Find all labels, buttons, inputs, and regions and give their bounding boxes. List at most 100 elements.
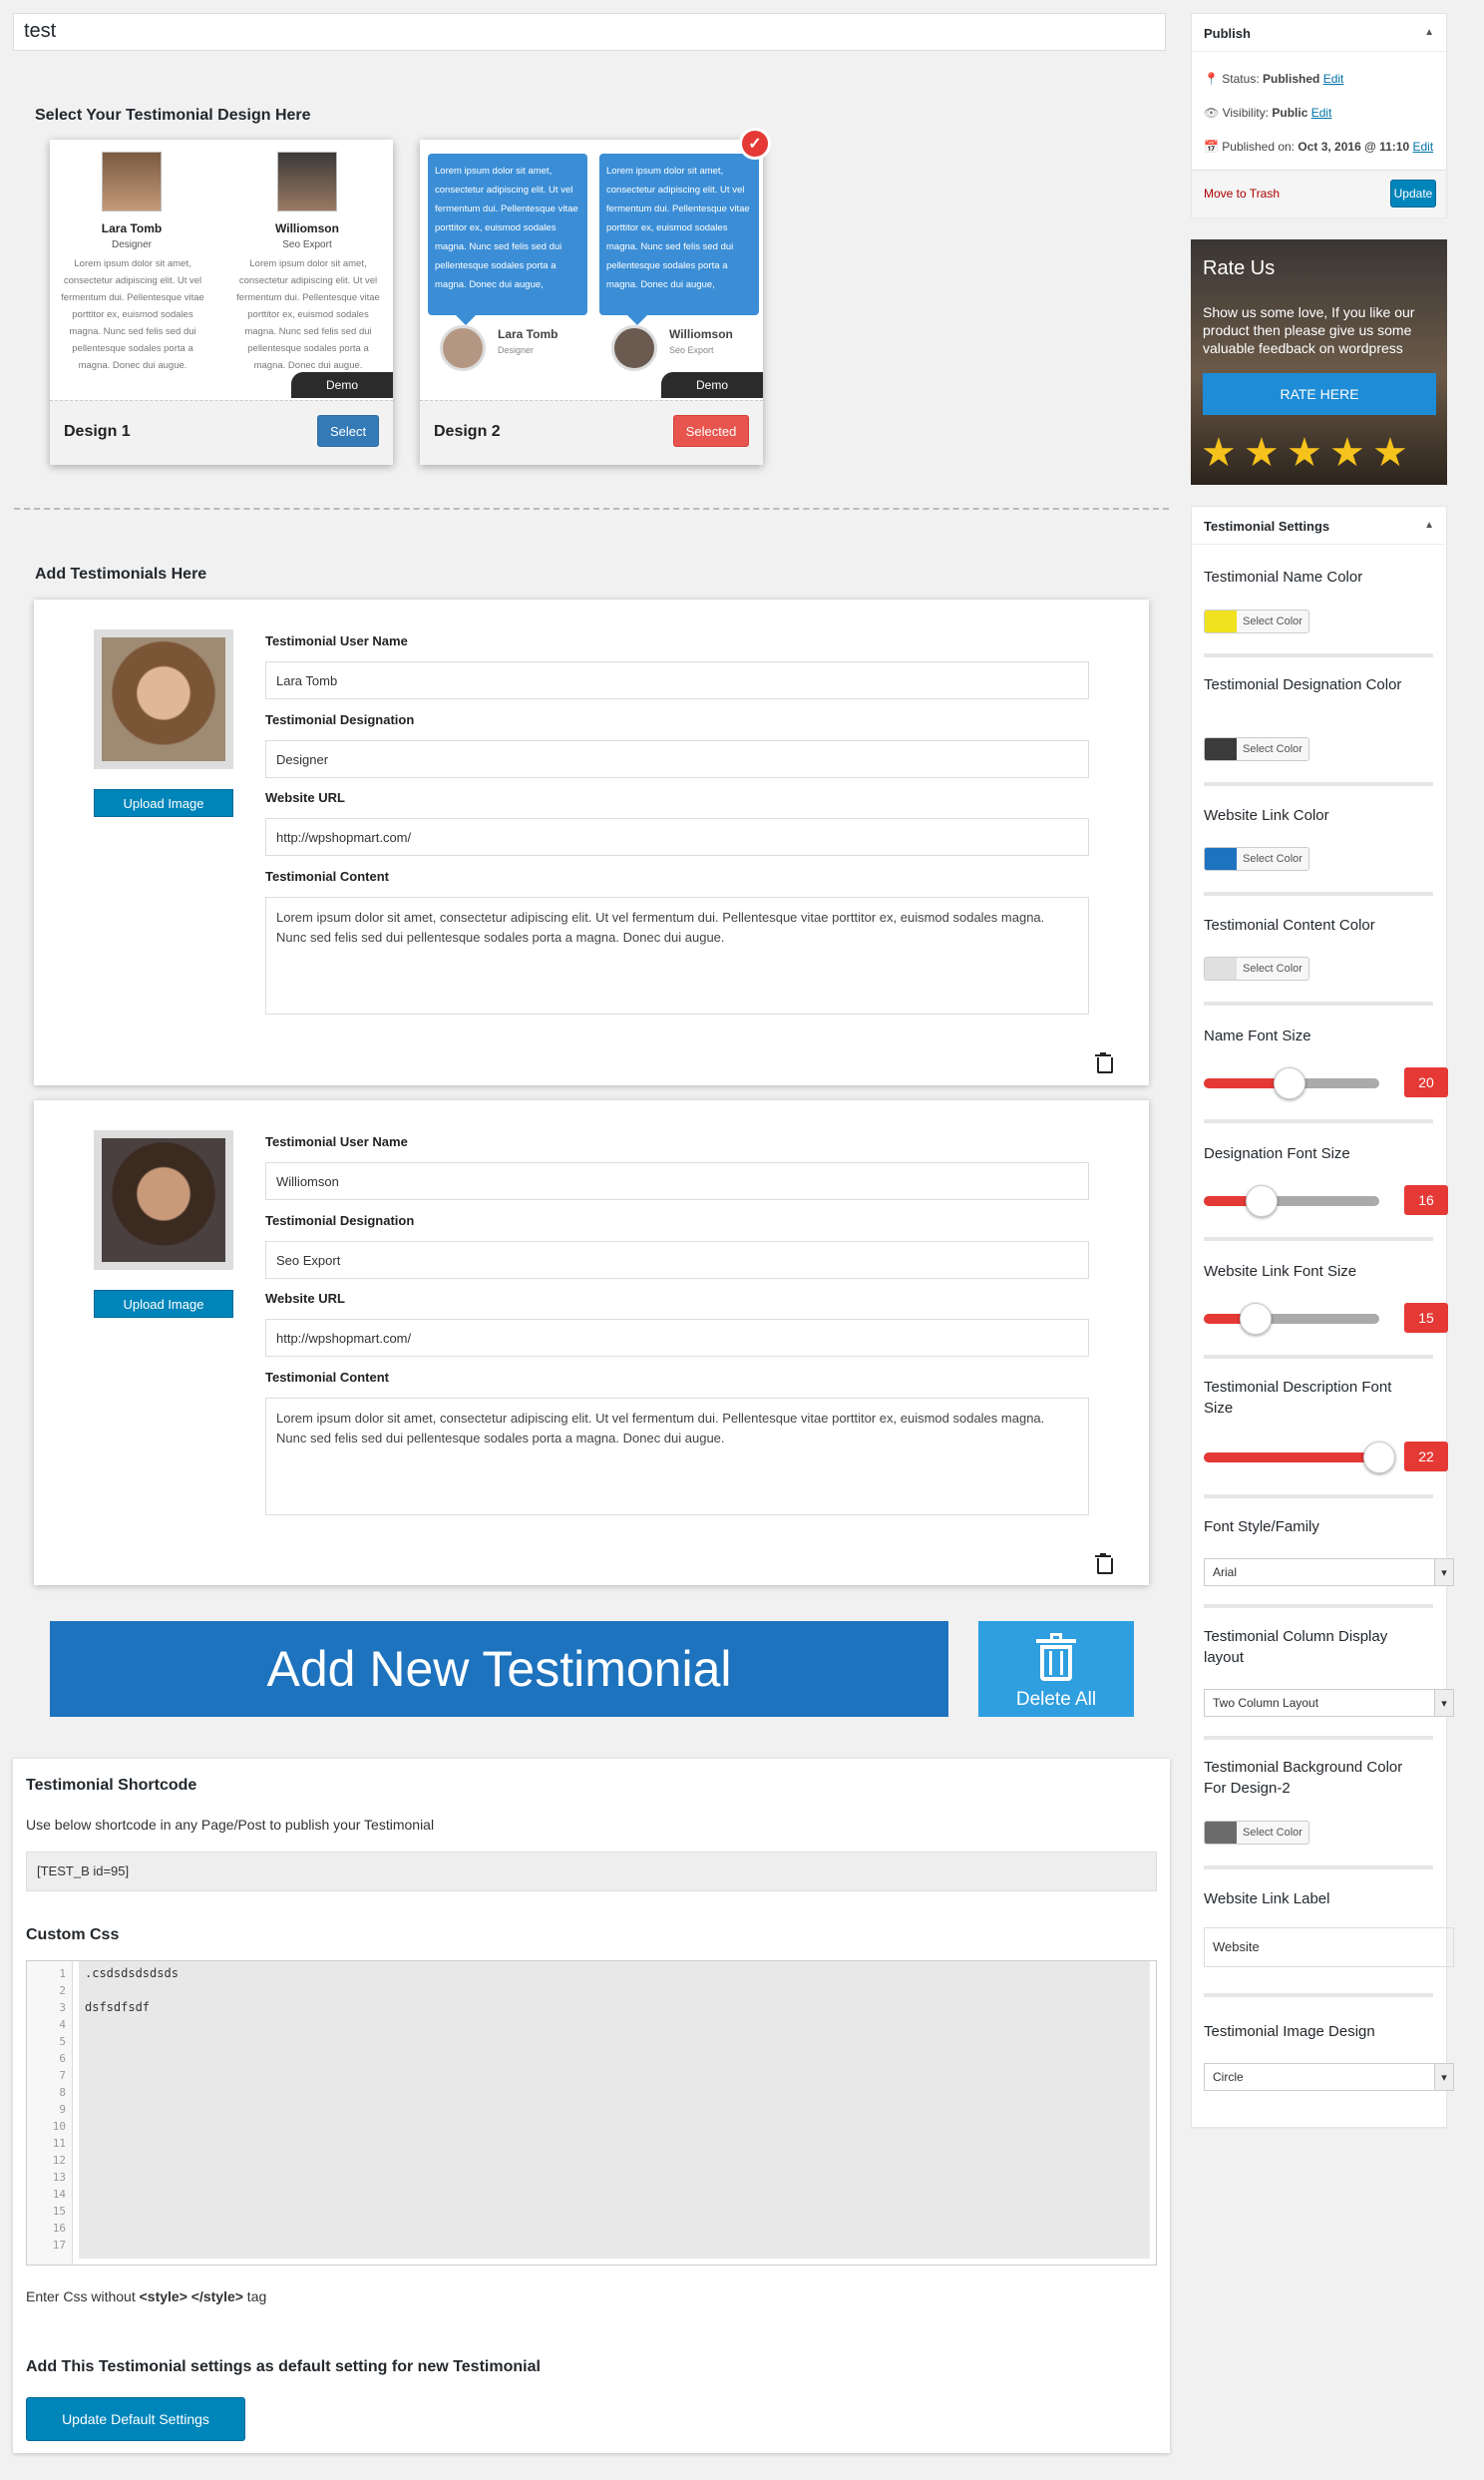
name-size-slider[interactable] bbox=[1204, 1067, 1379, 1099]
css-note-style-close: </style> bbox=[190, 2288, 243, 2304]
line-number: 9 bbox=[59, 2103, 66, 2116]
url-input[interactable]: http://wpshopmart.com/ bbox=[265, 818, 1089, 856]
visibility-label: Visibility: bbox=[1222, 106, 1270, 120]
trash-icon[interactable] bbox=[1095, 1553, 1113, 1574]
demo-button[interactable]: Demo bbox=[661, 372, 763, 398]
content-color-picker[interactable]: Select Color bbox=[1204, 957, 1309, 981]
shortcode-description: Use below shortcode in any Page/Post to … bbox=[26, 1817, 435, 1833]
lara-avatar bbox=[440, 325, 486, 371]
url-input[interactable]: http://wpshopmart.com/ bbox=[265, 1319, 1089, 1357]
name-color-picker[interactable]: Select Color bbox=[1204, 610, 1309, 633]
pin-icon: 📍 bbox=[1204, 72, 1219, 86]
publish-header[interactable]: Publish ▲ bbox=[1192, 14, 1446, 52]
name-color-label: Testimonial Name Color bbox=[1204, 569, 1363, 586]
shortcode-field[interactable]: [TEST_B id=95] bbox=[26, 1852, 1157, 1891]
css-note-suffix: tag bbox=[242, 2288, 267, 2304]
slider-handle[interactable] bbox=[1363, 1442, 1395, 1473]
font-family-label: Font Style/Family bbox=[1204, 1518, 1319, 1535]
demo-button[interactable]: Demo bbox=[291, 372, 393, 398]
content-color-label: Testimonial Content Color bbox=[1204, 917, 1375, 934]
visibility-row: 👁 Visibility: Public Edit bbox=[1204, 106, 1331, 120]
slider-handle[interactable] bbox=[1274, 1067, 1305, 1099]
eye-icon: 👁 bbox=[1204, 106, 1220, 120]
link-size-value[interactable]: 15 bbox=[1404, 1303, 1448, 1333]
testimonials-heading: Add Testimonials Here bbox=[35, 566, 207, 583]
font-family-select[interactable]: Arial bbox=[1204, 1558, 1454, 1586]
delete-all-button[interactable]: Delete All bbox=[978, 1621, 1134, 1717]
testimonial-card: Upload Image Testimonial User Name Lara … bbox=[34, 600, 1149, 1085]
designation-input[interactable]: Seo Export bbox=[265, 1241, 1089, 1279]
slider-handle[interactable] bbox=[1240, 1303, 1272, 1335]
published-value: Oct 3, 2016 @ 11:10 bbox=[1298, 140, 1410, 154]
status-label: Status: bbox=[1222, 72, 1260, 86]
edit-visibility-link[interactable]: Edit bbox=[1311, 106, 1332, 120]
collapse-arrow-icon[interactable]: ▲ bbox=[1424, 27, 1434, 38]
update-default-settings-button[interactable]: Update Default Settings bbox=[26, 2397, 245, 2441]
published-label: Published on: bbox=[1222, 140, 1296, 154]
desc-size-value[interactable]: 22 bbox=[1404, 1442, 1448, 1471]
name-input[interactable]: Lara Tomb bbox=[265, 661, 1089, 699]
line-number: 14 bbox=[52, 2188, 66, 2201]
css-code-area[interactable]: .csdsdsdsdsds dsfsdfsdf bbox=[79, 1961, 1150, 2259]
layout-select[interactable]: Two Column Layout bbox=[1204, 1689, 1454, 1717]
link-label-input[interactable]: Website bbox=[1204, 1927, 1454, 1967]
default-settings-heading: Add This Testimonial settings as default… bbox=[26, 2358, 541, 2375]
update-button[interactable]: Update bbox=[1390, 180, 1436, 207]
collapse-arrow-icon[interactable]: ▲ bbox=[1424, 520, 1434, 531]
designation-label: Testimonial Designation bbox=[265, 1213, 415, 1228]
design-footer: Design 1 Select bbox=[50, 400, 393, 465]
status-value: Published bbox=[1263, 72, 1320, 86]
designation-color-picker[interactable]: Select Color bbox=[1204, 737, 1309, 761]
line-number: 6 bbox=[59, 2052, 66, 2065]
link-size-slider[interactable] bbox=[1204, 1303, 1379, 1335]
name-size-value[interactable]: 20 bbox=[1404, 1067, 1448, 1097]
edit-date-link[interactable]: Edit bbox=[1413, 140, 1434, 154]
select-color-label: Select Color bbox=[1243, 853, 1302, 865]
publish-title: Publish bbox=[1204, 26, 1251, 41]
bg-color-label: Testimonial Background Color For Design-… bbox=[1204, 1759, 1403, 1797]
designation-size-slider[interactable] bbox=[1204, 1185, 1379, 1217]
person-designation: Seo Export bbox=[669, 345, 714, 355]
line-number: 12 bbox=[52, 2154, 66, 2167]
selected-design-2-button[interactable]: Selected bbox=[673, 415, 749, 447]
designation-input[interactable]: Designer bbox=[265, 740, 1089, 778]
line-number: 17 bbox=[52, 2239, 66, 2252]
testimonial-bubble: Lorem ipsum dolor sit amet, consectetur … bbox=[428, 154, 587, 325]
design-2-card[interactable]: Lorem ipsum dolor sit amet, consectetur … bbox=[420, 128, 771, 465]
upload-image-button[interactable]: Upload Image bbox=[94, 1290, 233, 1318]
add-new-testimonial-button[interactable]: Add New Testimonial bbox=[50, 1621, 948, 1717]
upload-image-button[interactable]: Upload Image bbox=[94, 789, 233, 817]
content-textarea[interactable]: Lorem ipsum dolor sit amet, consectetur … bbox=[265, 1398, 1089, 1515]
star-icon: ★ bbox=[1244, 431, 1280, 475]
desc-size-slider[interactable] bbox=[1204, 1442, 1395, 1473]
line-number: 1 bbox=[59, 1967, 66, 1980]
publish-actions: Move to Trash Update bbox=[1192, 170, 1446, 217]
select-design-1-button[interactable]: Select bbox=[317, 415, 379, 447]
select-color-label: Select Color bbox=[1243, 963, 1302, 975]
designation-size-value[interactable]: 16 bbox=[1404, 1185, 1448, 1215]
williomson-avatar bbox=[277, 152, 337, 211]
edit-status-link[interactable]: Edit bbox=[1323, 72, 1344, 86]
move-to-trash-link[interactable]: Move to Trash bbox=[1204, 187, 1280, 201]
custom-css-heading: Custom Css bbox=[26, 1926, 120, 1943]
url-label: Website URL bbox=[265, 1291, 345, 1306]
bg-color-picker[interactable]: Select Color bbox=[1204, 1821, 1309, 1845]
content-label: Testimonial Content bbox=[265, 869, 389, 884]
name-size-label: Name Font Size bbox=[1204, 1028, 1311, 1044]
css-editor[interactable]: 1 2 3 4 5 6 7 8 9 10 11 12 13 14 15 16 17 .csdsdsdsdsds … bbox=[26, 1960, 1157, 2266]
rate-here-button[interactable]: RATE HERE bbox=[1203, 373, 1436, 415]
url-label: Website URL bbox=[265, 790, 345, 805]
trash-icon[interactable] bbox=[1095, 1052, 1113, 1073]
settings-header[interactable]: Testimonial Settings ▲ bbox=[1192, 507, 1446, 545]
divider bbox=[1204, 1355, 1433, 1359]
post-title-input[interactable]: test bbox=[13, 13, 1166, 51]
slider-handle[interactable] bbox=[1246, 1185, 1278, 1217]
design-1-card[interactable]: Lara Tomb Williomson Designer Seo Export… bbox=[50, 140, 393, 465]
link-color-picker[interactable]: Select Color bbox=[1204, 847, 1309, 871]
name-input[interactable]: Williomson bbox=[265, 1162, 1089, 1200]
image-design-select[interactable]: Circle bbox=[1204, 2063, 1454, 2091]
person-name: Lara Tomb bbox=[498, 327, 558, 341]
divider bbox=[1204, 1604, 1433, 1608]
rate-us-text: Show us some love, If you like our produ… bbox=[1203, 304, 1415, 356]
content-textarea[interactable]: Lorem ipsum dolor sit amet, consectetur … bbox=[265, 897, 1089, 1015]
